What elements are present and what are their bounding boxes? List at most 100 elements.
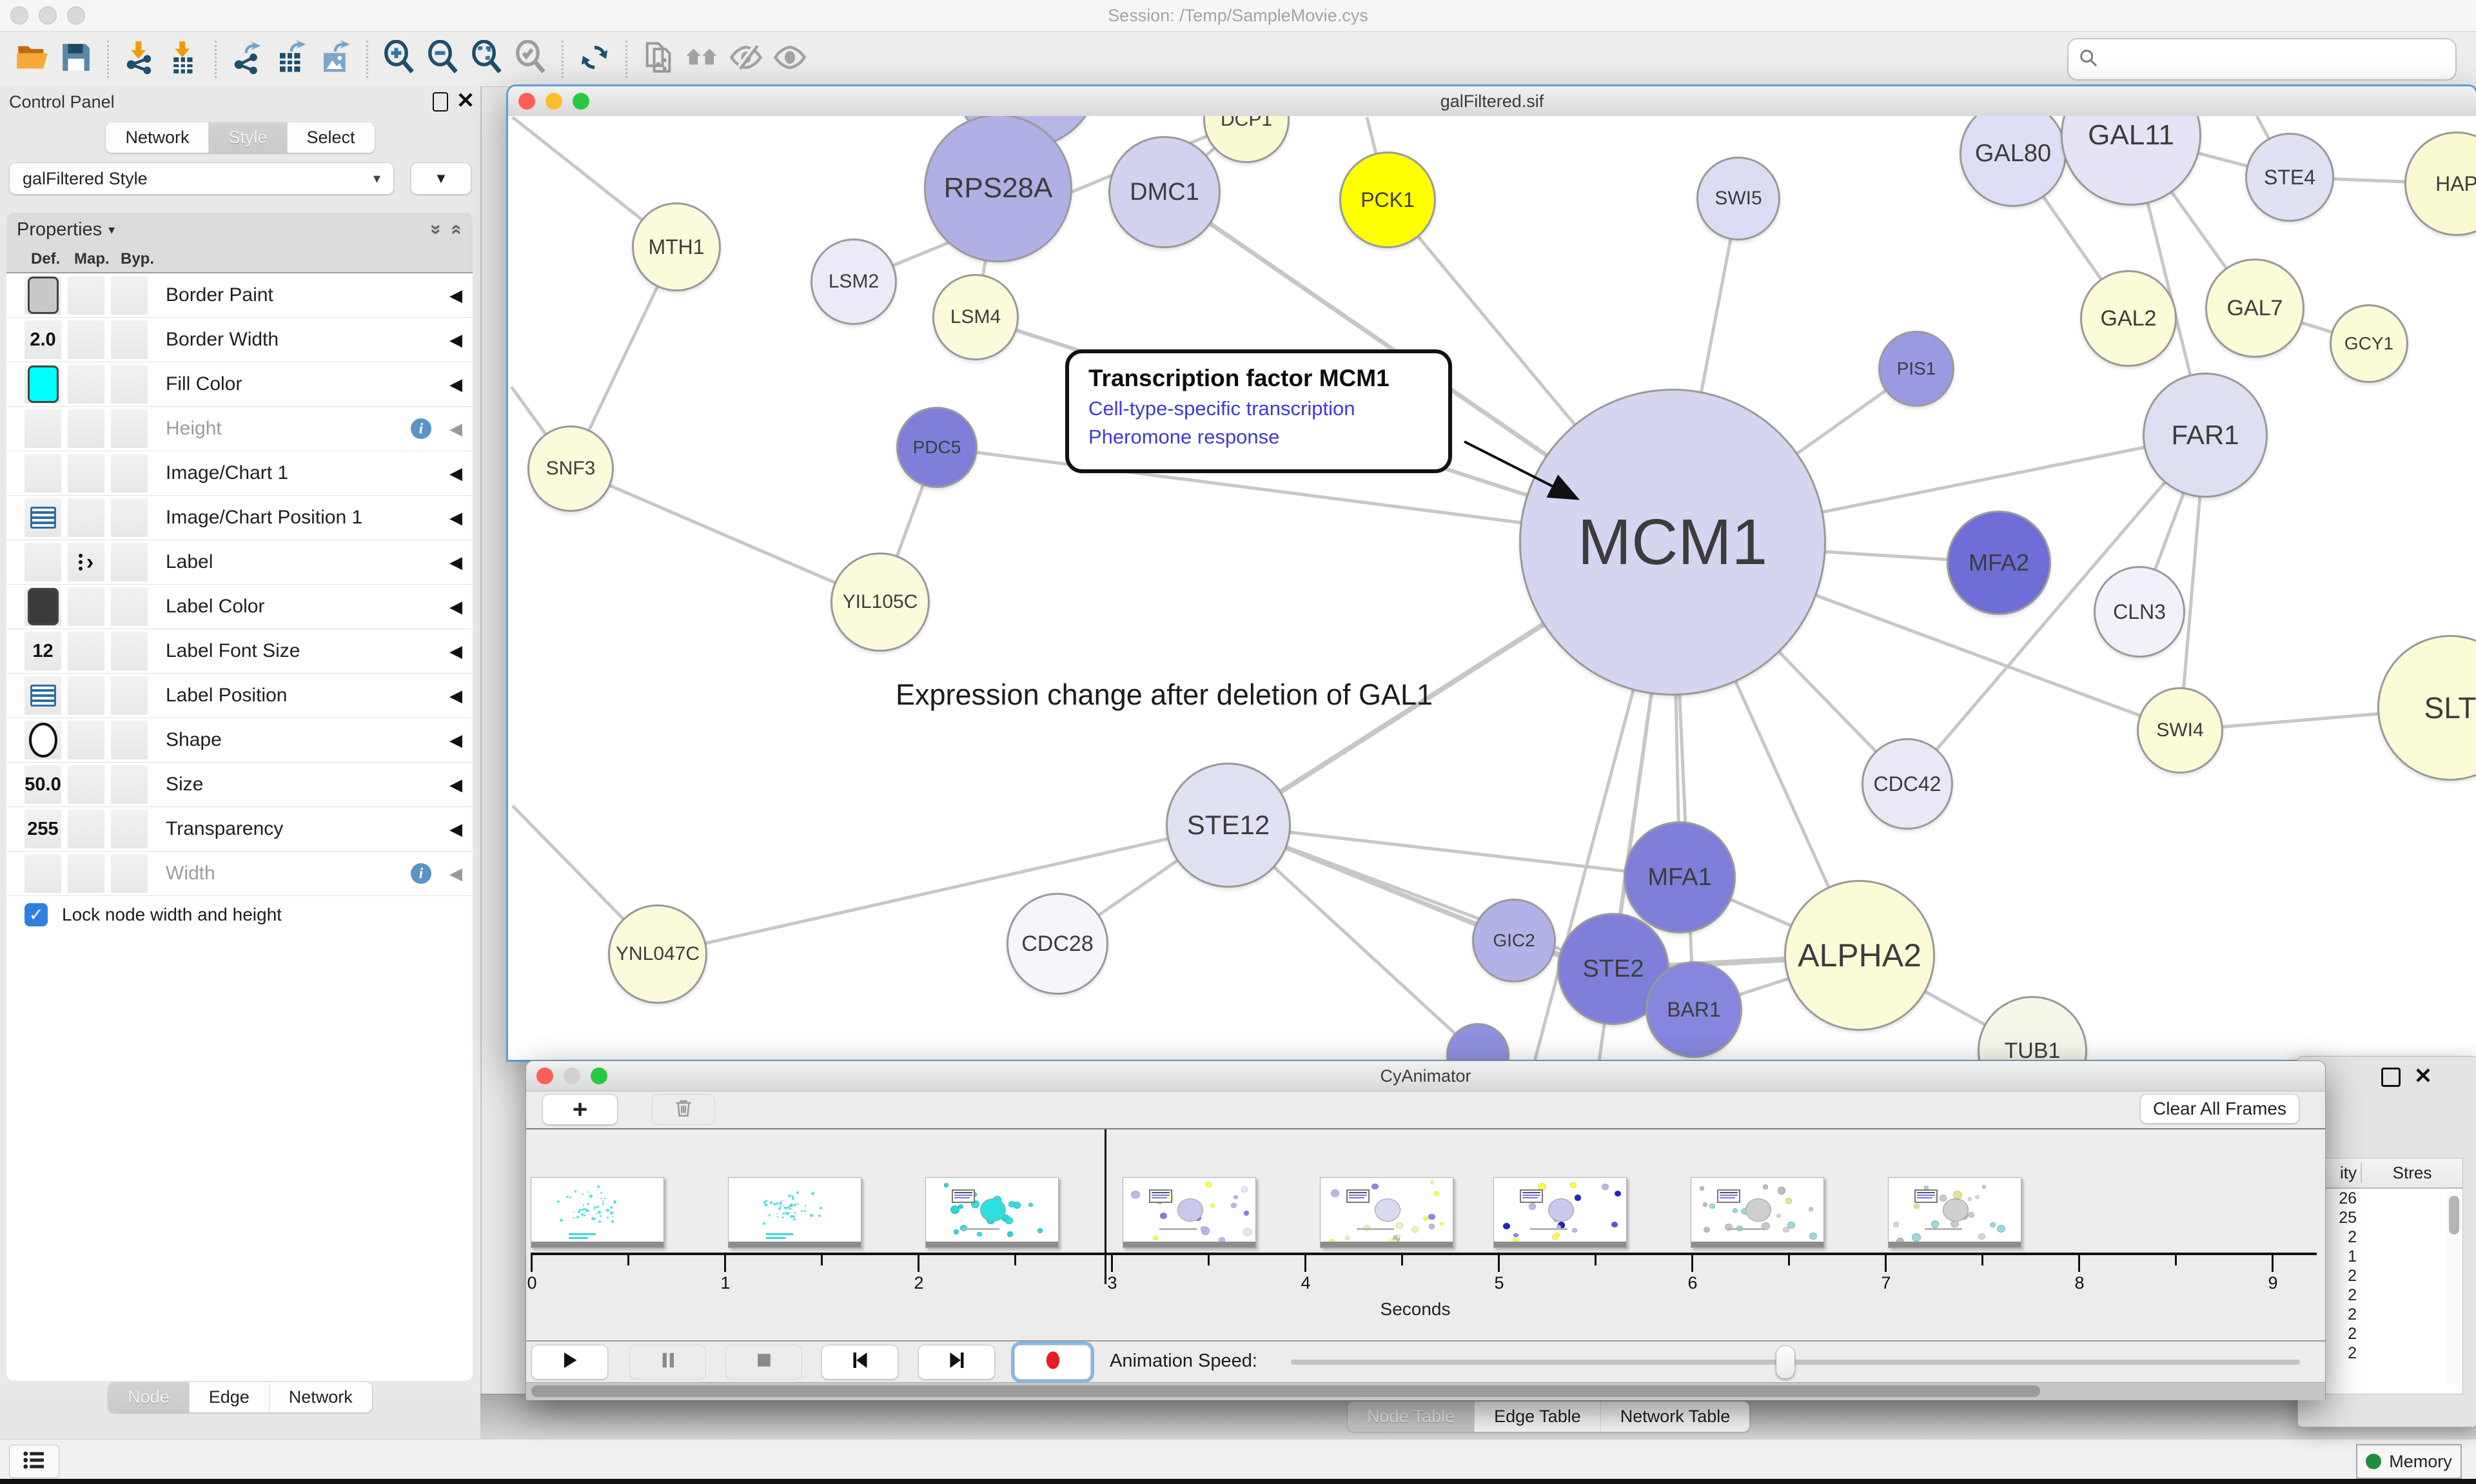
network-node-bar1[interactable]: BAR1 bbox=[1646, 961, 1742, 1058]
ellipse-shape-icon[interactable] bbox=[29, 723, 57, 757]
add-frame-button[interactable]: + bbox=[542, 1094, 618, 1125]
network-node-dmc1[interactable]: DMC1 bbox=[1108, 136, 1221, 248]
default-value[interactable]: 2.0 bbox=[30, 329, 55, 351]
expand-row-icon[interactable]: ◀ bbox=[449, 641, 462, 661]
network-node-cln3[interactable]: CLN3 bbox=[2094, 566, 2185, 658]
network-node-cdc42[interactable]: CDC42 bbox=[1862, 738, 1953, 830]
network-node-gic2[interactable]: GIC2 bbox=[1472, 899, 1556, 982]
property-row[interactable]: › Label ◀ bbox=[6, 540, 473, 585]
default-value[interactable]: 12 bbox=[32, 641, 53, 662]
property-row[interactable]: Fill Color ◀ bbox=[6, 362, 473, 407]
timeline-playhead[interactable] bbox=[1105, 1129, 1106, 1284]
pause-button[interactable] bbox=[629, 1345, 706, 1380]
passthrough-mapping-icon[interactable]: › bbox=[79, 550, 93, 575]
timeline-frame-6[interactable] bbox=[1493, 1177, 1627, 1248]
table-row[interactable]: 2 bbox=[2303, 1305, 2462, 1324]
tab-edge[interactable]: Edge bbox=[190, 1382, 270, 1412]
timeline-frame-1[interactable] bbox=[531, 1177, 664, 1248]
network-node-lsm2[interactable]: LSM2 bbox=[811, 239, 897, 325]
expand-row-icon[interactable]: ◀ bbox=[449, 597, 462, 617]
network-caption[interactable]: Expression change after deletion of GAL1 bbox=[896, 678, 1433, 712]
default-value-swatch[interactable] bbox=[28, 277, 59, 314]
timeline-frame-4[interactable] bbox=[1123, 1177, 1256, 1248]
timeline-frame-7[interactable] bbox=[1691, 1177, 1824, 1248]
timeline-frame-3[interactable] bbox=[925, 1177, 1059, 1248]
network-node-snf3[interactable]: SNF3 bbox=[527, 425, 614, 512]
refresh-button[interactable] bbox=[573, 39, 616, 80]
default-value[interactable]: 255 bbox=[27, 819, 58, 840]
stop-button[interactable] bbox=[725, 1345, 802, 1380]
copy-style-button[interactable] bbox=[636, 39, 680, 80]
skip-to-start-button[interactable] bbox=[821, 1345, 898, 1380]
annotation-link[interactable]: Cell-type-specific transcription bbox=[1088, 397, 1429, 420]
network-node-cdc28[interactable]: CDC28 bbox=[1007, 893, 1108, 995]
tab-network[interactable]: Network bbox=[106, 122, 209, 153]
property-row[interactable]: Border Paint ◀ bbox=[6, 273, 473, 318]
table-row[interactable]: 2 bbox=[2303, 1227, 2462, 1247]
property-row[interactable]: Image/Chart 1 ◀ bbox=[6, 451, 473, 496]
skip-to-end-button[interactable] bbox=[918, 1345, 995, 1380]
tab-style[interactable]: Style bbox=[209, 122, 287, 153]
table-row[interactable]: 1 bbox=[2303, 1247, 2462, 1266]
task-history-button[interactable] bbox=[9, 1445, 59, 1478]
slider-thumb[interactable] bbox=[1776, 1345, 1795, 1379]
lock-size-checkbox[interactable]: ✓ bbox=[25, 903, 48, 926]
save-session-button[interactable] bbox=[54, 39, 98, 80]
network-node-ynl047c[interactable]: YNL047C bbox=[608, 904, 707, 1004]
column-header[interactable]: Stres bbox=[2361, 1163, 2462, 1184]
expand-row-icon[interactable]: ◀ bbox=[449, 686, 462, 706]
network-node-pis1[interactable]: PIS1 bbox=[1878, 331, 1954, 407]
table-row[interactable]: 2 bbox=[2303, 1324, 2462, 1343]
expand-row-icon[interactable]: ◀ bbox=[449, 330, 462, 350]
hide-selected-button[interactable] bbox=[724, 39, 768, 80]
show-all-button[interactable] bbox=[768, 39, 812, 80]
tab-node-table[interactable]: Node Table bbox=[1348, 1401, 1475, 1432]
animation-speed-slider[interactable] bbox=[1291, 1360, 2300, 1365]
float-panel-icon[interactable] bbox=[2381, 1068, 2401, 1087]
network-node-swi4[interactable]: SWI4 bbox=[2137, 687, 2223, 774]
zoom-fit-button[interactable] bbox=[465, 39, 509, 80]
annotation-box[interactable]: Transcription factor MCM1 Cell-type-spec… bbox=[1065, 349, 1452, 473]
expand-row-icon[interactable]: ◀ bbox=[449, 464, 462, 483]
zoom-out-button[interactable] bbox=[421, 39, 465, 80]
network-node-alpha2[interactable]: ALPHA2 bbox=[1784, 880, 1935, 1031]
timeline-horizontal-scrollbar[interactable] bbox=[526, 1382, 2325, 1400]
network-node-mfa2[interactable]: MFA2 bbox=[1947, 511, 2051, 615]
expand-row-icon[interactable]: ◀ bbox=[449, 730, 462, 750]
info-icon[interactable]: i bbox=[411, 863, 431, 884]
first-neighbors-button[interactable] bbox=[680, 39, 724, 80]
table-row[interactable]: 2 bbox=[2303, 1266, 2462, 1285]
property-row[interactable]: Label Color ◀ bbox=[6, 585, 473, 629]
network-node-ste12[interactable]: STE12 bbox=[1166, 763, 1291, 888]
network-node-pdc5[interactable]: PDC5 bbox=[896, 407, 978, 488]
collapse-all-icon[interactable]: « bbox=[446, 224, 468, 235]
default-value[interactable]: 50.0 bbox=[25, 774, 61, 796]
close-panel-icon[interactable] bbox=[2415, 1067, 2432, 1087]
tab-network-table[interactable]: Network Table bbox=[1601, 1401, 1750, 1432]
position-icon[interactable] bbox=[30, 507, 56, 529]
table-row[interactable]: 2 bbox=[2303, 1285, 2462, 1305]
expand-row-icon[interactable]: ◀ bbox=[449, 864, 462, 884]
network-window-titlebar[interactable]: galFiltered.sif bbox=[508, 86, 2476, 117]
network-node-yil105c[interactable]: YIL105C bbox=[830, 552, 930, 652]
expand-row-icon[interactable]: ◀ bbox=[449, 819, 462, 839]
timeline-frame-2[interactable] bbox=[728, 1177, 861, 1248]
network-node-ste4[interactable]: STE4 bbox=[2245, 133, 2334, 222]
expand-row-icon[interactable]: ◀ bbox=[449, 508, 462, 528]
network-node-gal2[interactable]: GAL2 bbox=[2080, 270, 2177, 367]
property-row[interactable]: Shape ◀ bbox=[6, 718, 473, 763]
info-icon[interactable]: i bbox=[411, 418, 431, 439]
position-icon[interactable] bbox=[30, 685, 56, 707]
zoom-in-button[interactable] bbox=[377, 39, 421, 80]
expand-row-icon[interactable]: ◀ bbox=[449, 552, 462, 572]
table-row[interactable]: 2 bbox=[2303, 1343, 2462, 1363]
search-box[interactable] bbox=[2067, 38, 2457, 81]
tab-node[interactable]: Node bbox=[108, 1382, 190, 1412]
tab-select[interactable]: Select bbox=[288, 122, 375, 153]
property-row[interactable]: 12 Label Font Size ◀ bbox=[6, 629, 473, 674]
property-row[interactable]: Image/Chart Position 1 ◀ bbox=[6, 496, 473, 540]
record-button[interactable] bbox=[1014, 1345, 1091, 1380]
timeline-frame-5[interactable] bbox=[1320, 1177, 1453, 1248]
cyanimator-titlebar[interactable]: CyAnimator bbox=[526, 1061, 2325, 1091]
property-row[interactable]: 2.0 Border Width ◀ bbox=[6, 318, 473, 362]
